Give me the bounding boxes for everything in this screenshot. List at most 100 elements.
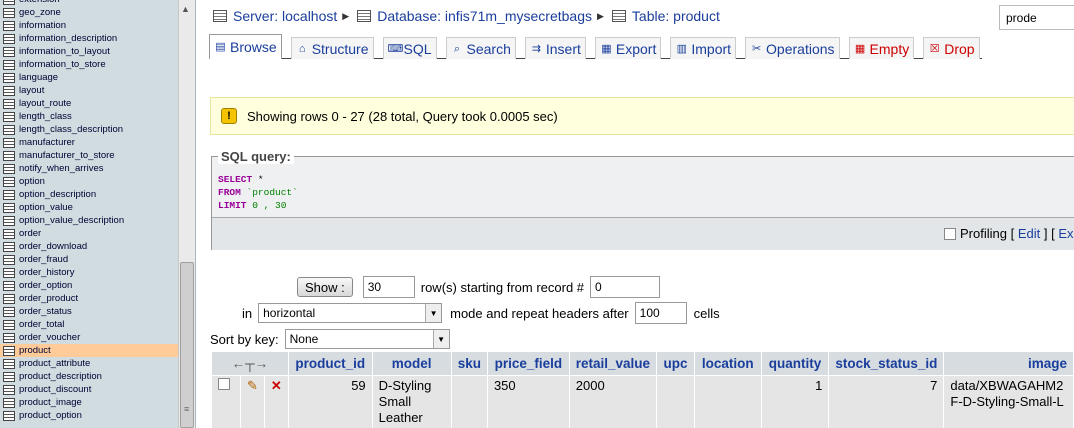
sidebar-table-item[interactable]: product_image <box>0 396 178 409</box>
scroll-thumb[interactable]: ≡ <box>180 262 194 428</box>
sidebar-table-item[interactable]: product_discount <box>0 383 178 396</box>
sidebar-table-item[interactable]: order_total <box>0 318 178 331</box>
column-header[interactable]: product_id <box>287 351 373 376</box>
table-icon[interactable] <box>3 111 15 122</box>
table-icon[interactable] <box>3 293 15 304</box>
show-button[interactable]: Show : <box>297 277 353 297</box>
table-icon[interactable] <box>3 176 15 187</box>
table-icon[interactable] <box>3 358 15 369</box>
sidebar-table-item[interactable]: manufacturer_to_store <box>0 149 178 162</box>
table-icon[interactable] <box>3 46 15 57</box>
sidebar-table-item[interactable]: order <box>0 227 178 240</box>
sidebar-table-item[interactable]: notify_when_arrives <box>0 162 178 175</box>
table-icon[interactable] <box>3 189 15 200</box>
column-header[interactable]: stock_status_id <box>828 351 945 376</box>
table-icon[interactable] <box>3 306 15 317</box>
table-icon[interactable] <box>3 163 15 174</box>
table-icon[interactable] <box>3 202 15 213</box>
breadcrumb-server[interactable]: Server: localhost <box>233 8 337 24</box>
table-icon[interactable] <box>3 98 15 109</box>
table-icon[interactable] <box>3 345 15 356</box>
sidebar-table-item[interactable]: length_class <box>0 110 178 123</box>
sidebar-table-item[interactable]: option_value <box>0 201 178 214</box>
edit-link[interactable]: Edit <box>1018 226 1040 241</box>
table-icon[interactable] <box>3 0 15 5</box>
delete-icon[interactable]: ✕ <box>271 378 282 393</box>
column-header[interactable]: image <box>943 351 1074 376</box>
sidebar-table-item[interactable]: language <box>0 71 178 84</box>
sidebar-table-item[interactable]: length_class_description <box>0 123 178 136</box>
search-input[interactable] <box>999 5 1074 30</box>
sidebar-table-item[interactable]: order_status <box>0 305 178 318</box>
sidebar-table-item[interactable]: order_fraud <box>0 253 178 266</box>
sidebar-table-item[interactable]: order_download <box>0 240 178 253</box>
tab-empty[interactable]: ▦ Empty <box>848 37 915 59</box>
tab-drop[interactable]: ☒ Drop <box>923 37 980 59</box>
table-icon[interactable] <box>3 20 15 31</box>
pencil-icon[interactable]: ✎ <box>247 378 258 393</box>
column-header[interactable]: quantity <box>760 351 830 376</box>
table-icon[interactable] <box>3 280 15 291</box>
table-icon[interactable] <box>3 319 15 330</box>
table-icon[interactable] <box>3 150 15 161</box>
table-icon[interactable] <box>3 215 15 226</box>
profiling-checkbox[interactable] <box>944 227 956 240</box>
sidebar-table-item[interactable]: product_option <box>0 409 178 422</box>
rows-input[interactable] <box>362 276 415 298</box>
table-icon[interactable] <box>3 7 15 18</box>
column-resize-handle[interactable]: ←┬→ <box>211 351 289 376</box>
table-icon[interactable] <box>3 384 15 395</box>
sidebar-table-item[interactable]: order_option <box>0 279 178 292</box>
tab-browse[interactable]: ▤ Browse <box>209 34 282 59</box>
column-header[interactable]: sku <box>450 351 488 376</box>
tab-sql[interactable]: ⌨ SQL <box>382 37 437 59</box>
breadcrumb-table[interactable]: Table: product <box>632 8 720 24</box>
table-icon[interactable] <box>3 124 15 135</box>
table-icon[interactable] <box>3 267 15 278</box>
sidebar-table-item[interactable]: information <box>0 19 178 32</box>
sort-select[interactable]: None ▼ <box>284 329 450 349</box>
table-icon[interactable] <box>3 137 15 148</box>
sidebar-table-item[interactable]: order_product <box>0 292 178 305</box>
column-header[interactable]: upc <box>656 351 695 376</box>
sidebar-table-item[interactable]: option_value_description <box>0 214 178 227</box>
sidebar-table-item[interactable]: layout <box>0 84 178 97</box>
table-icon[interactable] <box>3 228 15 239</box>
sidebar-scrollbar[interactable]: ▲ ≡ <box>178 0 195 428</box>
scroll-up-icon[interactable]: ▲ <box>181 4 190 14</box>
table-icon[interactable] <box>3 72 15 83</box>
table-icon[interactable] <box>3 59 15 70</box>
sidebar-table-item[interactable]: option <box>0 175 178 188</box>
tab-insert[interactable]: ⇉ Insert <box>524 37 586 59</box>
table-icon[interactable] <box>3 332 15 343</box>
table-icon[interactable] <box>3 410 15 421</box>
tab-export[interactable]: ▦ Export <box>594 37 662 59</box>
table-icon[interactable] <box>3 241 15 252</box>
sidebar-table-item[interactable]: information_to_layout <box>0 45 178 58</box>
sidebar-table-item[interactable]: order_history <box>0 266 178 279</box>
explain-link[interactable]: Ex <box>1058 226 1073 241</box>
tab-search[interactable]: ⌕ Search <box>445 37 516 59</box>
repeat-headers-input[interactable] <box>634 302 687 324</box>
sidebar-table-item[interactable]: information_to_store <box>0 58 178 71</box>
sidebar-table-item[interactable]: product <box>0 344 178 357</box>
sidebar-table-item[interactable]: option_description <box>0 188 178 201</box>
breadcrumb-database[interactable]: Database: infis71m_mysecretbags <box>377 8 592 24</box>
sidebar-table-item[interactable]: product_attribute <box>0 357 178 370</box>
sidebar-table-item[interactable]: order_voucher <box>0 331 178 344</box>
table-icon[interactable] <box>3 397 15 408</box>
table-icon[interactable] <box>3 254 15 265</box>
table-icon[interactable] <box>3 85 15 96</box>
column-header[interactable]: model <box>371 351 452 376</box>
sidebar-table-item[interactable]: information_description <box>0 32 178 45</box>
row-checkbox[interactable] <box>218 378 230 390</box>
tab-structure[interactable]: ⌂ Structure <box>290 37 374 59</box>
start-record-input[interactable] <box>590 276 661 298</box>
tab-operations[interactable]: ✂ Operations <box>745 37 840 59</box>
column-header[interactable]: location <box>693 351 762 376</box>
sidebar-table-item[interactable]: product_description <box>0 370 178 383</box>
table-icon[interactable] <box>3 371 15 382</box>
mode-select[interactable]: horizontal ▼ <box>258 303 443 323</box>
sidebar-table-item[interactable]: manufacturer <box>0 136 178 149</box>
column-header[interactable]: retail_value <box>568 351 658 376</box>
